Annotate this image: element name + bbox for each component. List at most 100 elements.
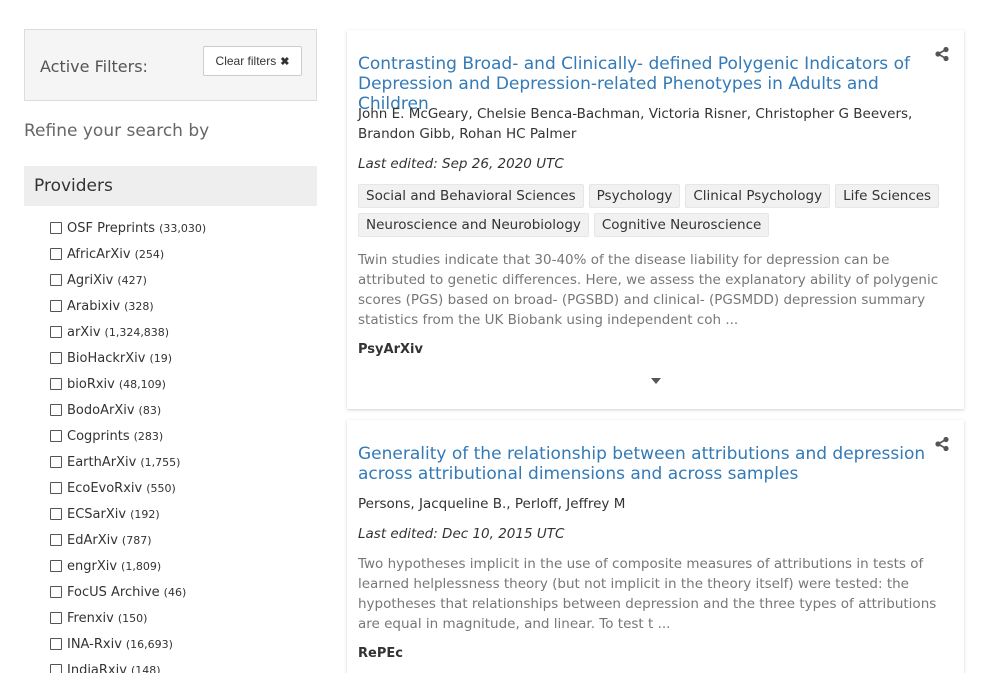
active-filters-label: Active Filters: — [40, 57, 148, 76]
provider-name: Frenxiv — [67, 610, 114, 626]
provider-filter-item[interactable]: FocUS Archive (46) — [50, 579, 206, 605]
provider-filter-item[interactable]: Arabixiv (328) — [50, 293, 206, 319]
provider-count: (48,109) — [118, 377, 166, 391]
provider-name: bioRxiv — [67, 376, 115, 392]
provider-filter-item[interactable]: EcoEvoRxiv (550) — [50, 475, 206, 501]
provider-count: (19) — [149, 351, 173, 365]
subject-tag[interactable]: Social and Behavioral Sciences — [358, 184, 584, 208]
result-title-link[interactable]: Generality of the relationship between a… — [358, 444, 953, 484]
subject-tag[interactable]: Neuroscience and Neurobiology — [358, 213, 589, 237]
subject-tag[interactable]: Psychology — [588, 184, 681, 208]
provider-filter-item[interactable]: arXiv (1,324,838) — [50, 319, 206, 345]
provider-checkbox[interactable] — [50, 404, 62, 416]
subject-tag[interactable]: Life Sciences — [835, 184, 940, 208]
subject-tags: Social and Behavioral Sciences Psycholog… — [358, 184, 953, 237]
caret-down-icon[interactable] — [651, 378, 661, 384]
provider-filter-item[interactable]: engrXiv (1,809) — [50, 553, 206, 579]
refine-search-label: Refine your search by — [24, 121, 210, 141]
provider-checkbox[interactable] — [50, 430, 62, 442]
result-card: Contrasting Broad- and Clinically- defin… — [347, 30, 964, 409]
provider-checkbox[interactable] — [50, 508, 62, 520]
result-abstract: Twin studies indicate that 30-40% of the… — [358, 252, 939, 328]
provider-name: EarthArXiv — [67, 454, 137, 470]
provider-name: engrXiv — [67, 558, 118, 574]
result-authors: Persons, Jacqueline B., Perloff, Jeffrey… — [358, 496, 626, 512]
provider-name: OSF Preprints — [67, 220, 156, 236]
provider-count: (550) — [146, 481, 176, 495]
result-provider: PsyArXiv — [358, 342, 423, 357]
provider-checkbox[interactable] — [50, 560, 62, 572]
provider-filter-item[interactable]: OSF Preprints (33,030) — [50, 215, 206, 241]
provider-checkbox[interactable] — [50, 664, 62, 673]
provider-checkbox[interactable] — [50, 534, 62, 546]
provider-name: Cogprints — [67, 428, 130, 444]
provider-filter-item[interactable]: bioRxiv (48,109) — [50, 371, 206, 397]
provider-checkbox[interactable] — [50, 326, 62, 338]
provider-checkbox[interactable] — [50, 300, 62, 312]
provider-checkbox[interactable] — [50, 378, 62, 390]
provider-checkbox[interactable] — [50, 586, 62, 598]
provider-count: (427) — [117, 273, 147, 287]
provider-count: (192) — [130, 507, 160, 521]
provider-count: (1,755) — [140, 455, 181, 469]
sidebar: Active Filters: Clear filters ✖ Refine y… — [24, 29, 317, 673]
provider-count: (1,324,838) — [104, 325, 170, 339]
provider-checkbox[interactable] — [50, 456, 62, 468]
provider-checkbox[interactable] — [50, 222, 62, 234]
provider-filter-item[interactable]: ECSarXiv (192) — [50, 501, 206, 527]
providers-heading[interactable]: Providers — [24, 166, 317, 206]
active-filters-box: Active Filters: Clear filters ✖ — [24, 29, 317, 101]
provider-count: (33,030) — [159, 221, 207, 235]
result-authors: John E. McGeary, Chelsie Benca-Bachman, … — [358, 106, 913, 142]
provider-filter-item[interactable]: Frenxiv (150) — [50, 605, 206, 631]
result-last-edited: Last edited: Sep 26, 2020 UTC — [358, 156, 564, 172]
provider-count: (46) — [163, 585, 187, 599]
provider-filter-item[interactable]: IndiaRxiv (148) — [50, 657, 206, 673]
provider-count: (148) — [130, 663, 161, 673]
result-provider: RePEc — [358, 646, 403, 661]
provider-checkbox[interactable] — [50, 612, 62, 624]
provider-count: (83) — [138, 403, 162, 417]
provider-checkbox[interactable] — [50, 638, 62, 650]
provider-name: BodoArXiv — [67, 402, 135, 418]
provider-name: INA-Rxiv — [67, 636, 122, 652]
provider-filter-item[interactable]: AfricArXiv (254) — [50, 241, 206, 267]
provider-count: (328) — [124, 299, 154, 313]
provider-name: EdArXiv — [67, 532, 118, 548]
clear-filters-button[interactable]: Clear filters ✖ — [203, 46, 302, 76]
share-icon[interactable] — [934, 46, 950, 62]
provider-filter-item[interactable]: AgriXiv (427) — [50, 267, 206, 293]
provider-name: IndiaRxiv — [67, 662, 127, 673]
provider-name: AfricArXiv — [67, 246, 131, 262]
provider-name: arXiv — [67, 324, 101, 340]
subject-tag[interactable]: Clinical Psychology — [685, 184, 831, 208]
share-icon[interactable] — [934, 436, 950, 452]
provider-name: AgriXiv — [67, 272, 114, 288]
clear-filters-label: Clear filters — [215, 54, 277, 68]
provider-checkbox[interactable] — [50, 482, 62, 494]
provider-count: (283) — [133, 429, 164, 443]
provider-filter-item[interactable]: EarthArXiv (1,755) — [50, 449, 206, 475]
provider-filter-item[interactable]: INA-Rxiv (16,693) — [50, 631, 206, 657]
providers-list: OSF Preprints (33,030) AfricArXiv (254) Agri… — [50, 215, 206, 673]
provider-filter-item[interactable]: BioHackrXiv (19) — [50, 345, 206, 371]
provider-filter-item[interactable]: BodoArXiv (83) — [50, 397, 206, 423]
provider-checkbox[interactable] — [50, 352, 62, 364]
provider-filter-item[interactable]: EdArXiv (787) — [50, 527, 206, 553]
close-icon: ✖ — [280, 55, 290, 68]
result-abstract: Two hypotheses implicit in the use of co… — [358, 556, 937, 632]
provider-count: (254) — [134, 247, 165, 261]
provider-count: (16,693) — [125, 637, 173, 651]
subject-tag[interactable]: Cognitive Neuroscience — [593, 213, 770, 237]
provider-filter-item[interactable]: Cogprints (283) — [50, 423, 206, 449]
provider-checkbox[interactable] — [50, 248, 62, 260]
provider-name: ECSarXiv — [67, 506, 127, 522]
result-card: Generality of the relationship between a… — [347, 420, 964, 673]
provider-name: EcoEvoRxiv — [67, 480, 143, 496]
provider-name: Arabixiv — [67, 298, 121, 314]
provider-count: (787) — [121, 533, 152, 547]
result-last-edited: Last edited: Dec 10, 2015 UTC — [358, 526, 565, 542]
provider-count: (1,809) — [121, 559, 162, 573]
provider-checkbox[interactable] — [50, 274, 62, 286]
provider-name: BioHackrXiv — [67, 350, 146, 366]
